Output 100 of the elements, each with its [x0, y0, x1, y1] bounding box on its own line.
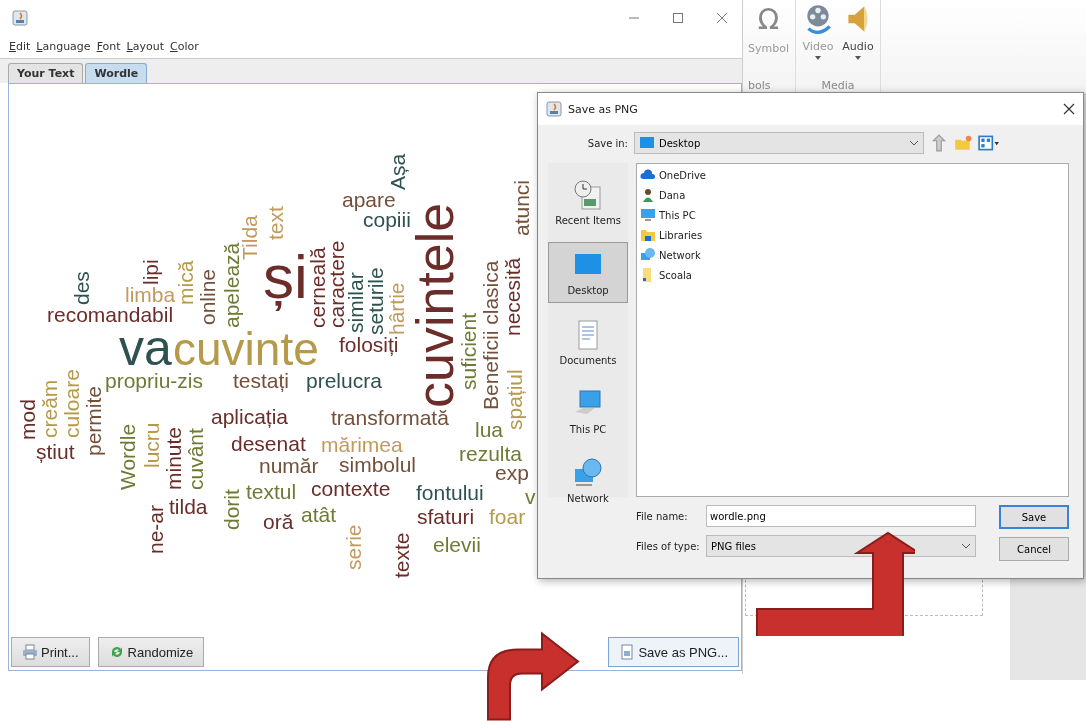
folder-icon	[640, 227, 656, 243]
cloud-word: simbolul	[339, 456, 417, 475]
cloud-word: permite	[85, 385, 104, 456]
cloud-word: texte	[393, 532, 412, 578]
place-item[interactable]: Desktop	[548, 242, 628, 303]
cloud-word: desenat	[231, 435, 306, 454]
cloud-word: creăm	[41, 379, 60, 438]
cloud-word: număr	[259, 457, 319, 476]
file-item[interactable]: Network	[640, 247, 1065, 263]
cloud-word: necesită	[504, 257, 523, 336]
cloud-word: seturile	[367, 267, 386, 335]
cloud-word: exp	[495, 464, 529, 483]
file-name-field[interactable]: wordle.png	[706, 505, 976, 527]
cloud-word: sfaturi	[417, 508, 475, 527]
cloud-word: lucru	[143, 422, 162, 468]
maximize-icon[interactable]	[672, 12, 684, 24]
file-item[interactable]: This PC	[640, 207, 1065, 223]
cloud-word: ne-ar	[147, 504, 166, 554]
cloud-word: lipi	[142, 259, 161, 285]
cloud-word: atât	[301, 506, 337, 525]
field-label: Files of type:	[636, 540, 701, 552]
view-menu-icon[interactable]	[978, 134, 1000, 152]
cloud-word: Așa	[389, 153, 408, 190]
cloud-word: folosiți	[339, 336, 399, 355]
cloud-word: apelează	[223, 242, 242, 328]
close-icon[interactable]	[1063, 103, 1075, 115]
tab[interactable]: Your Text	[8, 63, 84, 83]
tab[interactable]: Wordle	[85, 63, 148, 83]
cloud-word: foar	[489, 508, 526, 527]
place-item[interactable]: Network	[548, 451, 628, 510]
group-label: bols	[748, 79, 771, 92]
new-folder-icon[interactable]	[954, 134, 972, 152]
field-label: File name:	[636, 510, 689, 522]
document-icon	[619, 644, 636, 660]
up-arrow-icon[interactable]	[930, 134, 948, 152]
omega-icon: Ω	[757, 2, 780, 38]
cloud-word: textul	[246, 483, 297, 502]
menu-item[interactable]: Edit	[9, 40, 31, 54]
cloud-word: minute	[165, 426, 184, 490]
clock-document-icon	[572, 179, 604, 211]
monitor-icon	[639, 135, 655, 151]
cloud-word: serie	[345, 524, 364, 570]
file-item[interactable]: Dana	[640, 187, 1065, 203]
cloud-word: similar	[347, 272, 366, 333]
cloud-word: mod	[19, 399, 38, 440]
cloud-word: hârtie	[388, 282, 407, 335]
file-item[interactable]: OneDrive	[640, 167, 1065, 183]
field-label: Save in:	[586, 137, 628, 149]
dialog-button[interactable]: Save	[999, 505, 1069, 529]
monitor-icon	[640, 207, 656, 223]
cloud-word: apare	[342, 191, 396, 210]
dialog-title: Save as PNG	[568, 102, 639, 116]
cloud-word: elevii	[433, 536, 481, 555]
file-item[interactable]: Scoala	[640, 267, 1065, 283]
cloud-word: recomandabil	[47, 306, 174, 325]
chevron-icon	[909, 140, 919, 146]
cloud-word: cerneală	[309, 247, 328, 328]
cloud-word: suficient	[460, 312, 479, 390]
place-item[interactable]: This PC	[548, 382, 628, 441]
cloud-word: tilda	[169, 498, 208, 517]
dialog-button[interactable]: Cancel	[999, 537, 1069, 561]
place-item[interactable]: Documents	[548, 313, 628, 372]
cloud-word: oră	[263, 513, 294, 532]
caret-icon	[815, 56, 821, 60]
cloud-word: text	[267, 206, 286, 240]
cloud-word: Wordle	[119, 423, 138, 490]
action-button[interactable]: Save as PNG...	[608, 637, 739, 667]
ribbon-button[interactable]: Audio	[842, 2, 874, 60]
cloud-word: contexte	[311, 480, 391, 499]
group-label: Media	[821, 79, 855, 92]
cloud-word: rezulta	[459, 445, 523, 464]
cloud-word: fontului	[416, 484, 484, 503]
cloud-word: prelucra	[306, 372, 382, 391]
cloud-word: caractere	[328, 240, 347, 328]
menu-item[interactable]: Font	[96, 40, 121, 54]
folder-dropdown[interactable]: Desktop	[634, 132, 924, 154]
cloud-word: v	[525, 488, 536, 507]
cloud-word: aplicația	[211, 408, 289, 427]
cloud-word: spațiul	[506, 369, 525, 430]
action-button[interactable]: Print...	[11, 637, 90, 667]
cloud-word: testați	[233, 372, 290, 391]
cloud-word: cuvinte	[173, 329, 319, 371]
cloud-word: știut	[36, 443, 75, 462]
menu-item[interactable]: Language	[36, 40, 91, 54]
cloud-word: mărimea	[321, 436, 403, 455]
cloud-word: dorit	[223, 489, 242, 530]
menu-item[interactable]: Layout	[126, 40, 164, 54]
cloud-word: culoare	[63, 369, 82, 438]
file-item[interactable]: Libraries	[640, 227, 1065, 243]
cloud-word: mică	[177, 260, 196, 305]
menu-item[interactable]: Color	[170, 40, 199, 54]
globe-computer-icon	[572, 457, 604, 489]
cloud-word: cuvânt	[187, 428, 206, 490]
action-button[interactable]: Randomize	[97, 637, 205, 667]
cloud-word: transformată	[331, 409, 449, 428]
cloud-word: des	[73, 271, 92, 305]
printer-icon	[22, 644, 38, 660]
caret-icon	[855, 56, 861, 60]
cloud-word: propriu-zis	[105, 372, 204, 391]
place-item[interactable]: Recent Items	[548, 173, 628, 232]
